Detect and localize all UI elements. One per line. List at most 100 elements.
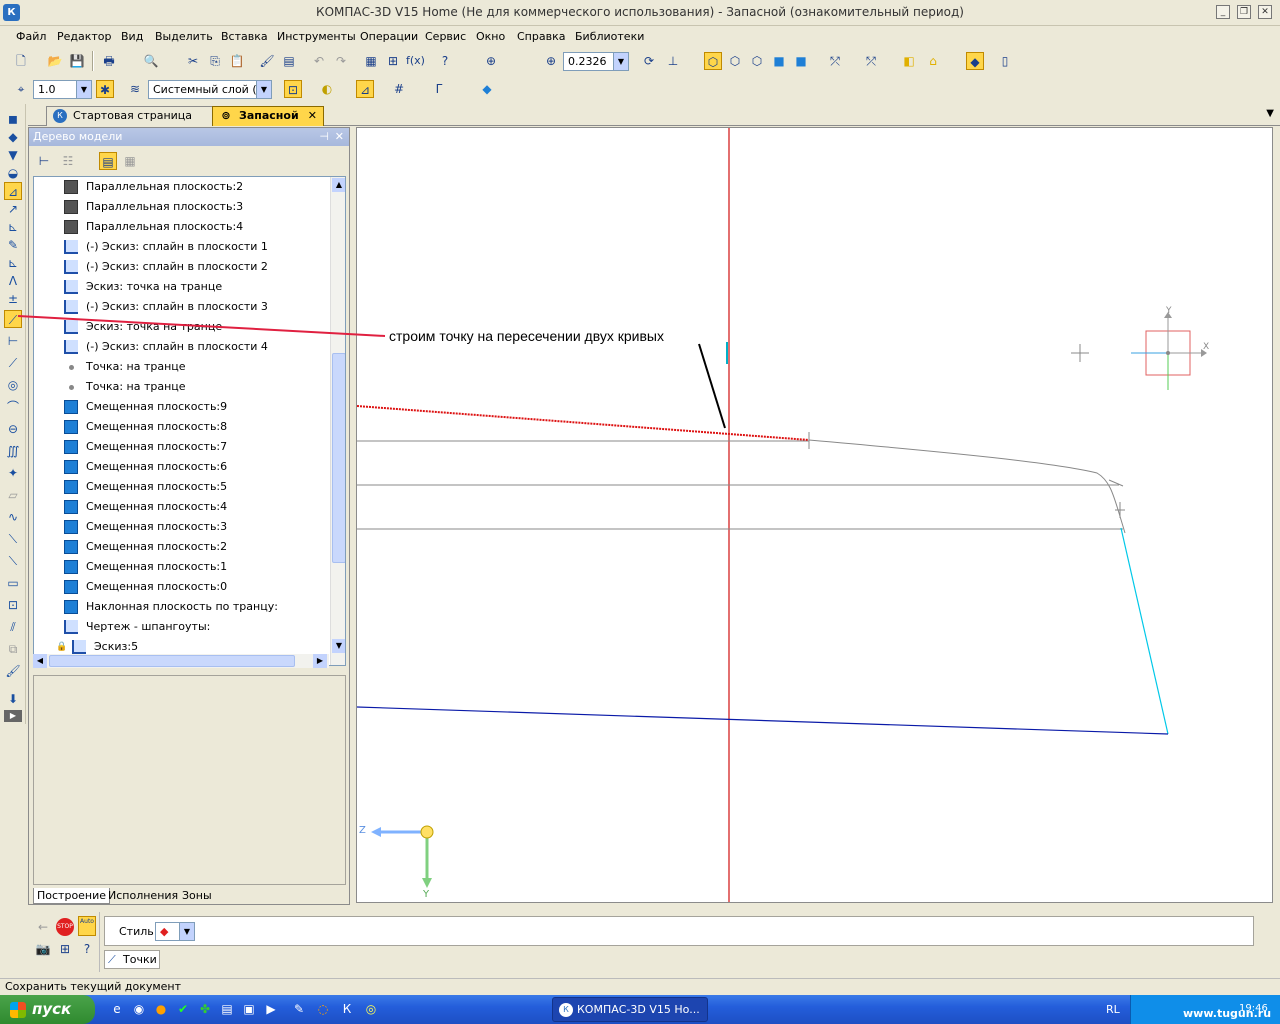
style-combo[interactable]: ◆ ▼: [155, 922, 195, 941]
menu-file[interactable]: Файл: [16, 30, 46, 43]
pen-icon[interactable]: ✎: [290, 1000, 308, 1018]
grid-icon[interactable]: #: [390, 80, 408, 98]
open-folder-icon[interactable]: 📂: [46, 52, 64, 70]
minimize-button[interactable]: _: [1216, 5, 1230, 19]
cut-icon[interactable]: ✂: [184, 52, 202, 70]
paste-icon[interactable]: 📋: [228, 52, 246, 70]
print-preview-icon[interactable]: 🔍: [142, 52, 160, 70]
close-button[interactable]: ✕: [1258, 5, 1272, 19]
ortho-icon[interactable]: ⊿: [356, 80, 374, 98]
tree-item[interactable]: Параллельная плоскость:2: [34, 177, 330, 197]
spline-tool-icon[interactable]: ✦: [4, 464, 22, 482]
fillet-tool-icon[interactable]: ⟍: [4, 552, 22, 570]
zoom-window-icon[interactable]: ⊕: [482, 52, 500, 70]
library-manager-icon[interactable]: ⊞: [384, 52, 402, 70]
menu-view[interactable]: Вид: [121, 30, 143, 43]
zoom-combo[interactable]: 0.2326 ▼: [563, 52, 629, 71]
curve-tool-icon[interactable]: ∿: [4, 508, 22, 526]
tree-item[interactable]: Точка: на транце: [34, 357, 330, 377]
rotate-icon[interactable]: ⟳: [640, 52, 658, 70]
shaded-edges-icon[interactable]: ■: [792, 52, 810, 70]
layers-icon[interactable]: ≋: [126, 80, 144, 98]
tree-item[interactable]: Смещенная плоскость:8: [34, 417, 330, 437]
menu-tools[interactable]: Инструменты: [277, 30, 356, 43]
tab-construction[interactable]: Построение: [33, 888, 111, 904]
tree-horizontal-scrollbar[interactable]: ◀ ▶: [33, 654, 329, 668]
arc-tool-icon[interactable]: ⌒: [4, 398, 22, 416]
snap-icon[interactable]: ✱: [96, 80, 114, 98]
menu-insert[interactable]: Вставка: [221, 30, 268, 43]
tree-item[interactable]: Эскиз: точка на транце: [34, 277, 330, 297]
tab-zapasnoy[interactable]: ⊚ Запасной ✕: [212, 106, 324, 126]
tab-start-page[interactable]: К Стартовая страница: [46, 106, 220, 126]
scroll-right-icon[interactable]: ▶: [313, 654, 327, 668]
scroll-thumb[interactable]: [332, 353, 345, 563]
menu-help[interactable]: Справка: [517, 30, 565, 43]
tree-item[interactable]: Смещенная плоскость:4: [34, 497, 330, 517]
taskbar-kompas-window[interactable]: К КОМПАС-3D V15 Ho...: [552, 997, 708, 1022]
scroll-left-icon[interactable]: ◀: [33, 654, 47, 668]
copy-icon[interactable]: ⎘: [206, 52, 224, 70]
tree-item[interactable]: Параллельная плоскость:4: [34, 217, 330, 237]
orientation-icon[interactable]: ⊥: [664, 52, 682, 70]
firefox-icon[interactable]: ●: [152, 1000, 170, 1018]
tree-item[interactable]: Смещенная плоскость:7: [34, 437, 330, 457]
help-icon[interactable]: ?: [78, 940, 96, 958]
window-icon[interactable]: ▣: [240, 1000, 258, 1018]
manager-icon[interactable]: ▦: [362, 52, 380, 70]
diagnostics-icon[interactable]: ✎: [4, 236, 22, 254]
polyline-tool-icon[interactable]: ▱: [4, 486, 22, 504]
close-panel-icon[interactable]: ✕: [335, 128, 344, 146]
fit-icon[interactable]: ⊞: [56, 940, 74, 958]
aux-geometry-icon[interactable]: ↗: [4, 200, 22, 218]
tree-item[interactable]: Смещенная плоскость:2: [34, 537, 330, 557]
tree-view-icon[interactable]: ▤: [99, 152, 117, 170]
section-icon[interactable]: ⤱: [826, 52, 844, 70]
undo-icon[interactable]: ↶: [310, 52, 328, 70]
hscroll-thumb[interactable]: [49, 655, 295, 667]
measure-icon[interactable]: ⊾: [4, 254, 22, 272]
rectangle-tool-icon[interactable]: ▭: [4, 574, 22, 592]
paint-tool-icon[interactable]: 🖌: [4, 662, 22, 680]
hatch-tool-icon[interactable]: ⫽: [4, 618, 22, 636]
parts-icon[interactable]: ◧: [900, 52, 918, 70]
auto-create-button[interactable]: Auto: [78, 916, 96, 936]
pin-icon[interactable]: ⊣: [319, 128, 329, 146]
export-tool-icon[interactable]: ⬇: [4, 690, 22, 708]
language-indicator[interactable]: RL: [1106, 1003, 1120, 1016]
spiral-tool-icon[interactable]: ∭: [4, 442, 22, 460]
projection-tool-icon[interactable]: ⊡: [4, 596, 22, 614]
print-icon[interactable]: 🖶: [100, 52, 118, 70]
plugin-icon[interactable]: ✤: [196, 1000, 214, 1018]
filter-tool-icon[interactable]: ▼: [4, 146, 22, 164]
thin-hidden-lines-icon[interactable]: ⬡: [748, 52, 766, 70]
tab-executions[interactable]: Исполнения: [105, 888, 181, 904]
kompas-quick-icon[interactable]: К: [338, 1000, 356, 1018]
trim-tool-icon[interactable]: ⟍: [4, 530, 22, 548]
start-button[interactable]: пуск: [0, 995, 95, 1024]
menu-select[interactable]: Выделить: [155, 30, 213, 43]
model-viewport[interactable]: строим точку на пересечении двух кривых …: [356, 127, 1273, 903]
help-pointer-icon[interactable]: ?: [436, 52, 454, 70]
expand-panel-icon[interactable]: ▶: [4, 710, 22, 722]
back-arrow-icon[interactable]: ←: [34, 918, 52, 936]
scroll-up-icon[interactable]: ▲: [332, 178, 345, 192]
perspective-icon[interactable]: ▯: [996, 52, 1014, 70]
menu-operations[interactable]: Операции: [360, 30, 418, 43]
tab-zones[interactable]: Зоны: [179, 888, 215, 904]
view-orientation-icon[interactable]: ◆: [478, 80, 496, 98]
surfaces-icon[interactable]: ◒: [4, 164, 22, 182]
tool-icon[interactable]: ✔: [174, 1000, 192, 1018]
line-scale-combo[interactable]: 1.0 ▼: [33, 80, 92, 99]
layer-combo[interactable]: Системный слой (0) ▼: [148, 80, 272, 99]
save-icon[interactable]: 💾: [68, 52, 86, 70]
tree-item[interactable]: Наклонная плоскость по транцу:: [34, 597, 330, 617]
tree-item[interactable]: Смещенная плоскость:3: [34, 517, 330, 537]
new-document-icon[interactable]: 🗋: [12, 52, 30, 70]
scroll-down-icon[interactable]: ▼: [332, 639, 345, 653]
sketch-mode-icon[interactable]: ⊡: [284, 80, 302, 98]
menu-window[interactable]: Окно: [476, 30, 505, 43]
menu-edit[interactable]: Редактор: [57, 30, 112, 43]
tree-vertical-scrollbar[interactable]: ▲ ▼: [330, 177, 345, 665]
tree-item[interactable]: Смещенная плоскость:5: [34, 477, 330, 497]
